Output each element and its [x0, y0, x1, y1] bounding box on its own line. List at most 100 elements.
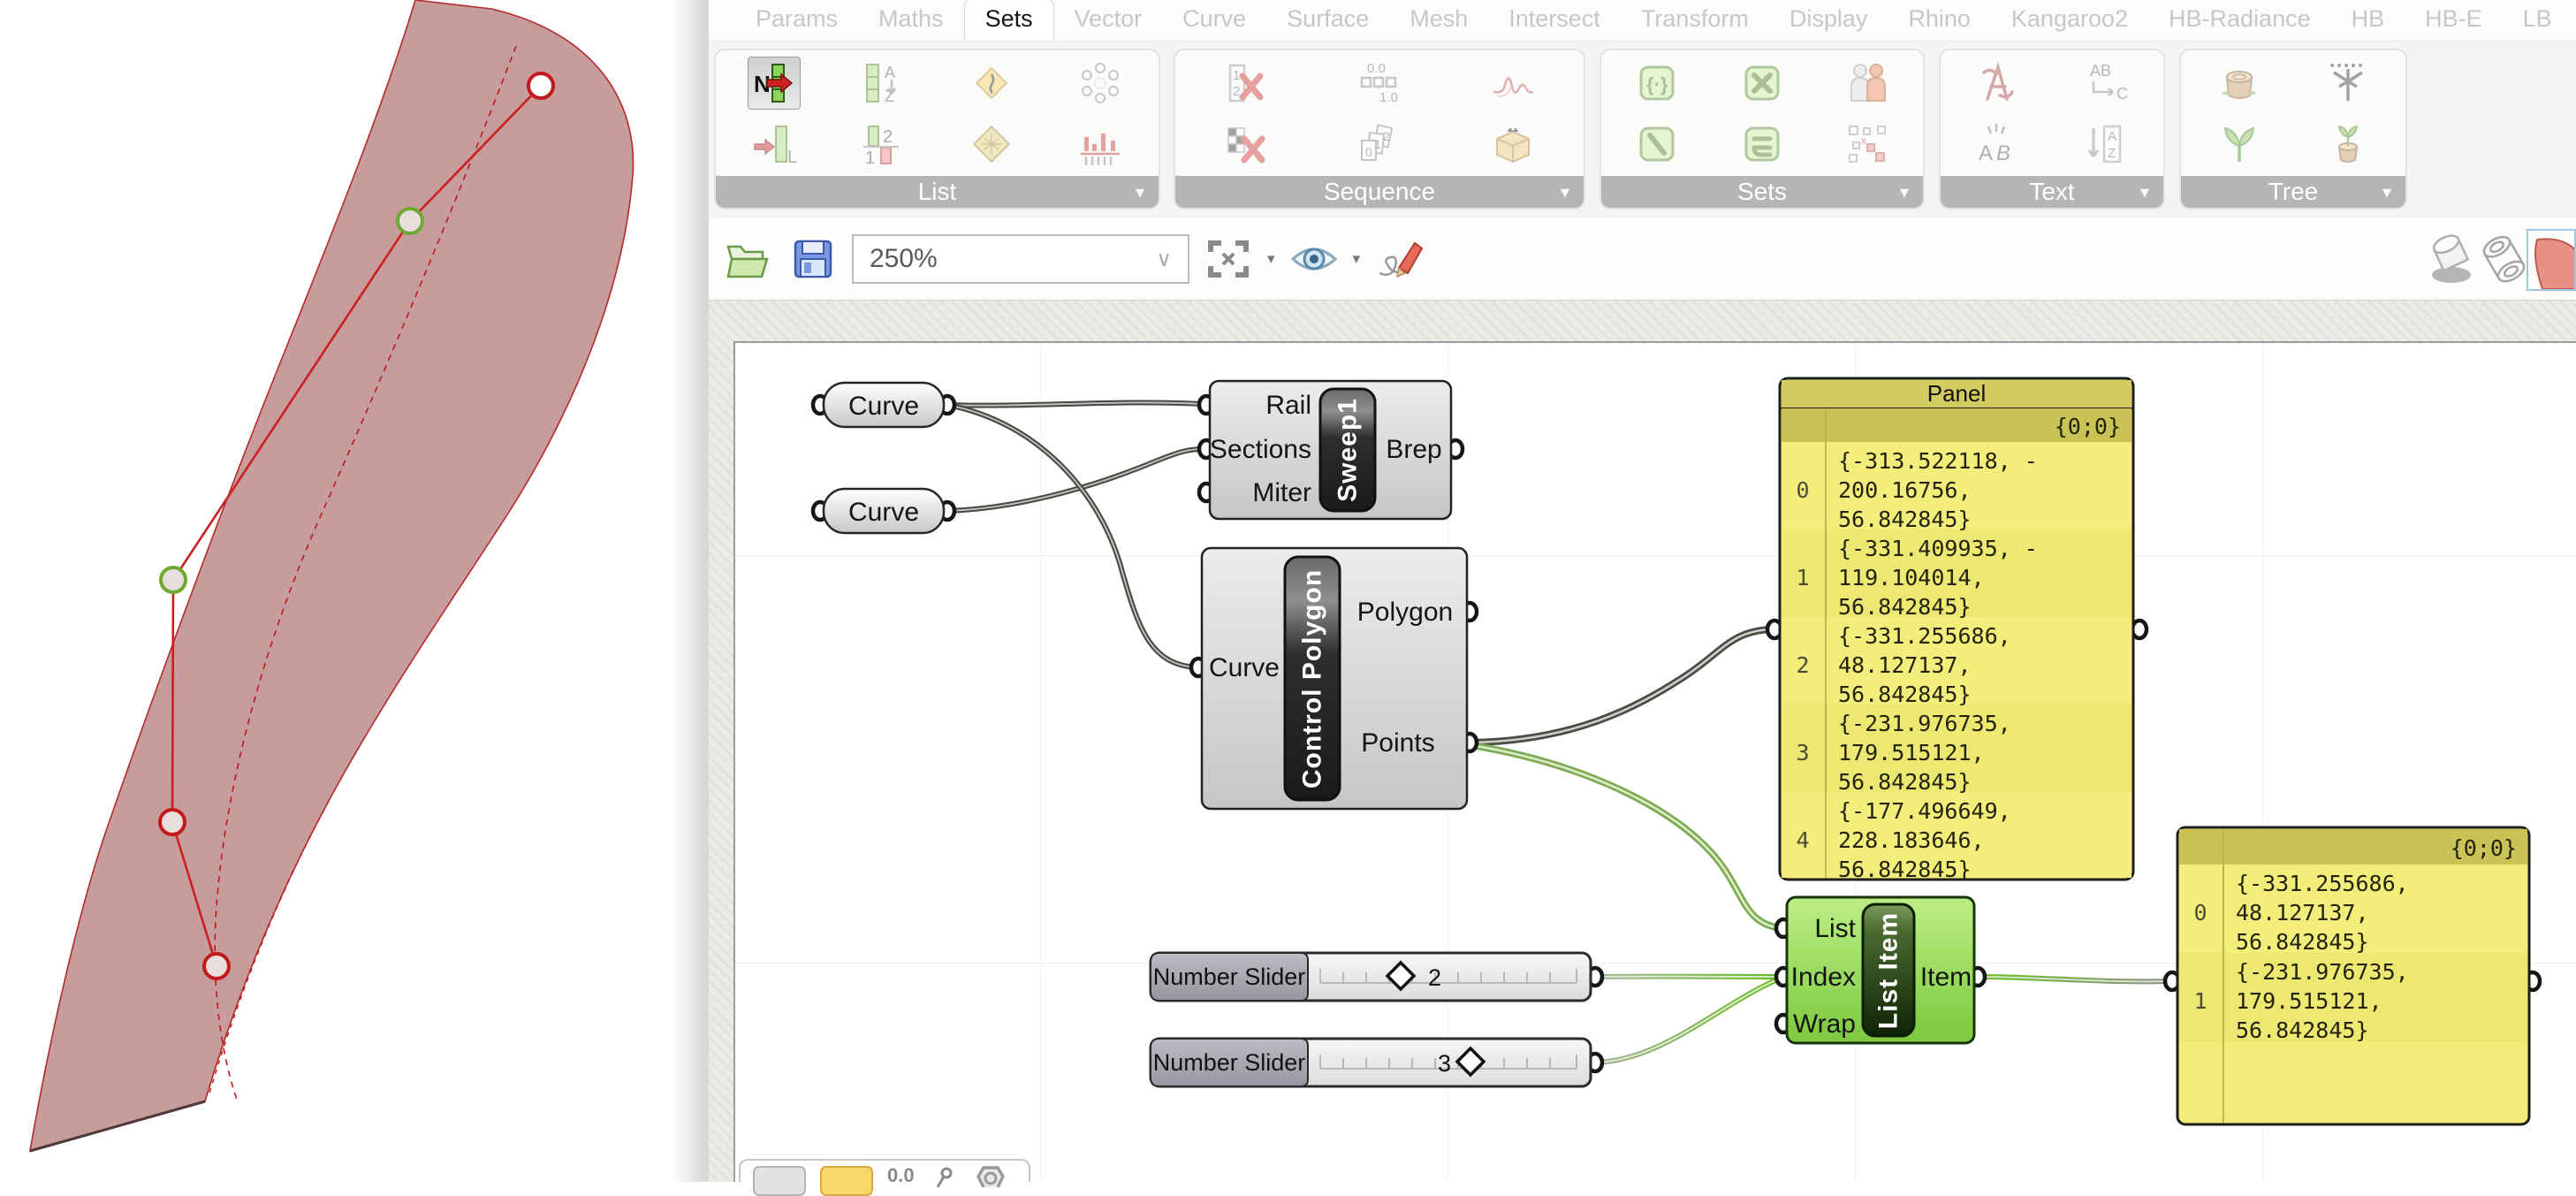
- zoom-extents-icon[interactable]: [1202, 232, 1255, 286]
- text-fragment-icon[interactable]: [1972, 57, 2024, 109]
- wire-slider2-index[interactable]: [1595, 979, 1780, 1063]
- control-polygon-component[interactable]: Curve Control Polygon Polygon Points: [1191, 548, 1477, 809]
- explode-tree-icon[interactable]: [2322, 57, 2374, 109]
- tab-hb[interactable]: HB: [2331, 0, 2405, 41]
- delete-consecutive-icon[interactable]: x: [1842, 118, 1893, 170]
- sequence-icon[interactable]: 012: [1354, 118, 1405, 170]
- weave-icon[interactable]: [1075, 57, 1126, 109]
- characters-icon[interactable]: A B: [1972, 118, 2024, 170]
- tab-transform[interactable]: Transform: [1621, 0, 1769, 41]
- tab-surface[interactable]: Surface: [1266, 0, 1389, 41]
- set-union-icon[interactable]: [1736, 118, 1788, 170]
- shift-list-icon[interactable]: L: [748, 118, 800, 170]
- cull-box-icon[interactable]: [1487, 118, 1539, 170]
- tree-stump-icon[interactable]: [2214, 57, 2265, 109]
- partition-list-icon[interactable]: 21: [857, 118, 908, 170]
- open-file-icon[interactable]: [721, 232, 774, 286]
- group-footer-list[interactable]: List ▾: [716, 176, 1159, 208]
- canvas-area[interactable]: Curve Curve Rail Sections Miter Sweep1: [709, 301, 2576, 1182]
- widget-yellow-button[interactable]: [820, 1166, 873, 1196]
- flatten-tree-icon[interactable]: [2214, 118, 2265, 170]
- preview-dropdown[interactable]: ▾: [1353, 250, 1361, 268]
- canvas-toolbar: 250% ∨ ▾ ▾: [709, 218, 2576, 301]
- cull-index-icon[interactable]: 12: [1220, 57, 1272, 109]
- wire-points-listitem[interactable]: [1471, 745, 1780, 928]
- svg-text:1: 1: [1233, 68, 1240, 83]
- group-footer-sequence[interactable]: Sequence ▾: [1175, 176, 1584, 208]
- tab-curve[interactable]: Curve: [1162, 0, 1266, 41]
- wire-curve1-rail[interactable]: [947, 402, 1203, 405]
- tab-hb-e[interactable]: HB-E: [2405, 0, 2503, 41]
- set-intersection-icon[interactable]: [1631, 118, 1683, 170]
- tab-intersect[interactable]: Intersect: [1488, 0, 1621, 41]
- tab-params[interactable]: Params: [735, 0, 858, 41]
- control-point-1[interactable]: [398, 209, 422, 233]
- tab-kangaroo2[interactable]: Kangaroo2: [1991, 0, 2148, 41]
- tab-hb-radiance[interactable]: HB-Radiance: [2148, 0, 2331, 41]
- create-set-icon[interactable]: {·}: [1631, 57, 1683, 109]
- cull-pattern-icon[interactable]: [1220, 118, 1272, 170]
- range-icon[interactable]: 0.0 1.0: [1354, 57, 1405, 109]
- zoom-level-combo[interactable]: 250% ∨: [852, 234, 1189, 284]
- tab-mesh[interactable]: Mesh: [1389, 0, 1488, 41]
- widget-gray-button[interactable]: [753, 1166, 806, 1196]
- group-footer-text[interactable]: Text ▾: [1941, 176, 2163, 208]
- ribbon-group-text: AB C A B AZ Text ▾: [1939, 49, 2165, 209]
- curve-param-1[interactable]: Curve: [813, 383, 954, 427]
- shaded-preview-icon[interactable]: [2420, 233, 2473, 286]
- wire-points-panel[interactable]: [1471, 629, 1771, 743]
- sort-text-icon[interactable]: AZ: [2080, 118, 2131, 170]
- panel-row-line: 56.842845}: [1838, 507, 1972, 532]
- sketch-tool-icon[interactable]: [1372, 232, 1425, 286]
- wireframe-preview-icon[interactable]: [2473, 233, 2527, 286]
- tab-lb[interactable]: LB: [2503, 0, 2572, 41]
- panel-row-line: 48.127137,: [2236, 900, 2369, 926]
- graft-tree-icon[interactable]: [2322, 118, 2374, 170]
- member-index-icon[interactable]: [1842, 57, 1893, 109]
- panel-row-line: 56.842845}: [1838, 594, 1972, 620]
- sift-pattern-icon[interactable]: [966, 118, 1017, 170]
- panel-left[interactable]: Panel {0;0} 0 {-313.522118, - 200.16756,…: [1767, 378, 2147, 882]
- preview-eye-icon[interactable]: [1288, 232, 1341, 286]
- panel-row-index: 4: [1796, 827, 1809, 853]
- wire-item-panel[interactable]: [1980, 977, 2169, 981]
- list-item-component[interactable]: List Index Wrap List Item Item: [1776, 897, 1985, 1043]
- group-footer-tree[interactable]: Tree ▾: [2181, 176, 2405, 208]
- number-slider-2[interactable]: Number Slider 3: [1151, 1039, 1602, 1086]
- concatenate-icon[interactable]: AB C: [2080, 57, 2131, 109]
- panel2-path: {0;0}: [2451, 835, 2517, 861]
- tab-display[interactable]: Display: [1769, 0, 1888, 41]
- control-point-4[interactable]: [204, 954, 229, 979]
- widget-hexagon-icon[interactable]: [973, 1166, 1008, 1189]
- curve-param-2[interactable]: Curve: [813, 489, 954, 533]
- tab-sets[interactable]: Sets: [964, 0, 1054, 41]
- svg-text:x: x: [1861, 134, 1866, 147]
- list-item-icon[interactable]: N: [748, 57, 801, 110]
- zoom-level-value: 250%: [870, 244, 938, 274]
- widget-point-icon[interactable]: [929, 1166, 959, 1189]
- selected-only-preview-icon[interactable]: [2527, 229, 2576, 291]
- chevron-down-icon: ▾: [1900, 181, 1909, 203]
- zoom-extents-dropdown[interactable]: ▾: [1267, 250, 1275, 268]
- ribbon-group-tree: Tree ▾: [2179, 49, 2407, 209]
- wire-curve1-controlpolygon[interactable]: [947, 405, 1197, 667]
- rhino-viewport[interactable]: [0, 0, 707, 1182]
- control-point-2[interactable]: [161, 568, 186, 592]
- control-point-3[interactable]: [160, 810, 185, 834]
- item-index-icon[interactable]: [966, 57, 1017, 109]
- dispatch-icon[interactable]: [1075, 118, 1126, 170]
- tab-maths[interactable]: Maths: [858, 0, 964, 41]
- panel-right[interactable]: {0;0} 0 {-331.255686, 48.127137, 56.8428…: [2165, 827, 2540, 1124]
- group-footer-sets[interactable]: Sets ▾: [1601, 176, 1923, 208]
- number-slider-1[interactable]: Number Slider 2: [1151, 953, 1602, 1001]
- panel-path: {0;0}: [2055, 414, 2121, 439]
- random-icon[interactable]: [1487, 57, 1539, 109]
- sort-list-icon[interactable]: AZ: [857, 57, 908, 109]
- sweep1-component[interactable]: Rail Sections Miter Sweep1 Brep: [1199, 381, 1463, 519]
- tab-rhino[interactable]: Rhino: [1888, 0, 1991, 41]
- tab-vector[interactable]: Vector: [1054, 0, 1163, 41]
- control-point-0[interactable]: [528, 73, 553, 98]
- save-file-icon[interactable]: [786, 232, 840, 286]
- ribbon: N AZ: [709, 41, 2576, 218]
- set-difference-icon[interactable]: [1736, 57, 1788, 109]
